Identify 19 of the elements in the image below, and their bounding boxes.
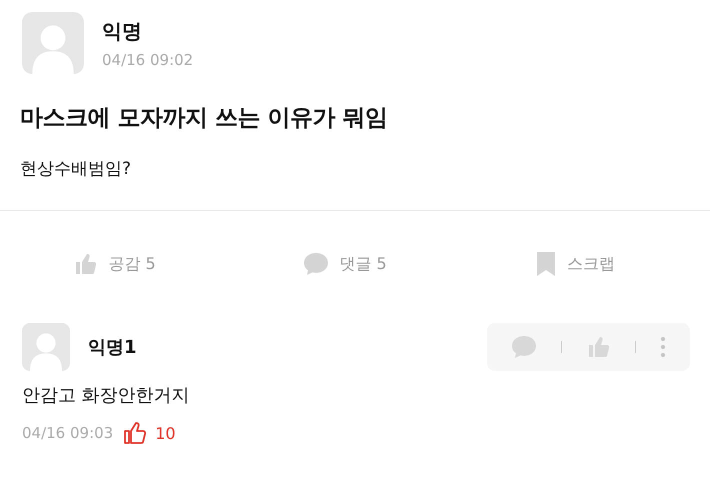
bookmark-icon: [535, 251, 557, 277]
avatar-icon: [22, 323, 70, 371]
comment-button[interactable]: 댓글 5: [230, 247, 460, 281]
post-title: 마스크에 모자까지 쓰는 이유가 뭐임: [20, 104, 389, 133]
thumbs-up-icon[interactable]: [586, 335, 610, 359]
like-count: 10: [155, 424, 176, 442]
comment-time: 04/16 09:03: [22, 424, 114, 442]
comment-author: 익명1: [88, 336, 137, 359]
speech-bubble-icon: [303, 252, 330, 276]
author-name: 익명: [102, 18, 143, 44]
avatar-icon: [22, 12, 84, 74]
more-icon[interactable]: [660, 336, 666, 358]
comment-text: 안감고 화장안한거지: [22, 384, 191, 407]
post-body: 현상수배범임?: [20, 158, 132, 180]
scrap-button[interactable]: 스크랩: [460, 247, 690, 281]
like-button[interactable]: 공감 5: [0, 247, 230, 281]
speech-bubble-icon[interactable]: [511, 335, 537, 359]
post-time: 04/16 09:02: [102, 50, 194, 68]
thumbs-up-icon: [74, 252, 98, 276]
